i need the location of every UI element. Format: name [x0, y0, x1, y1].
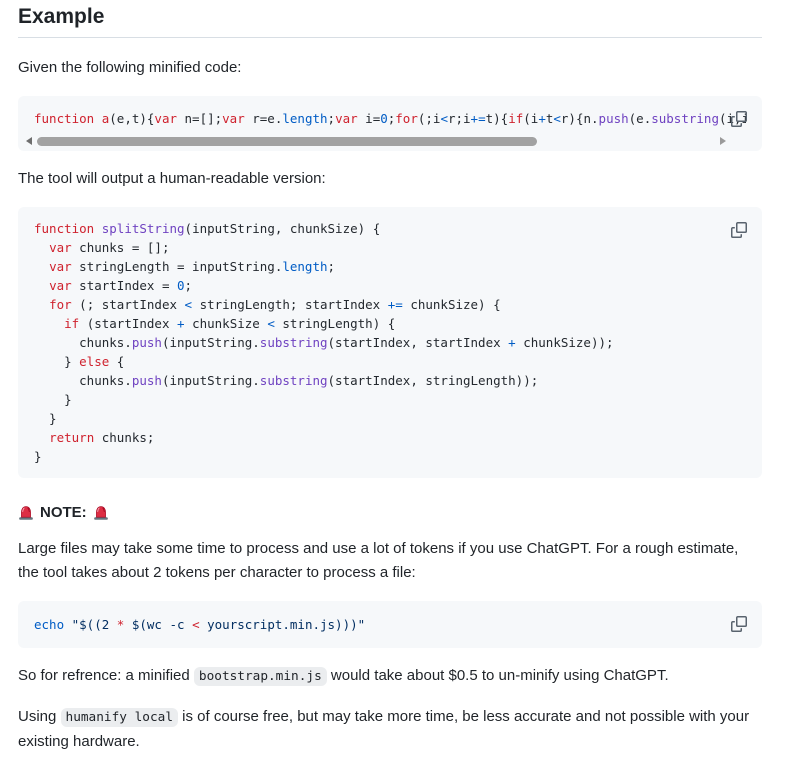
- rotating-light-emoji: [18, 505, 34, 521]
- scroll-right-arrow[interactable]: [720, 137, 726, 145]
- readme-article: Example Given the following minified cod…: [0, 0, 800, 780]
- scrollbar-thumb[interactable]: [37, 137, 537, 146]
- inline-code-bootstrap: bootstrap.min.js: [194, 667, 327, 686]
- minified-code-block: function a(e,t){var n=[];var r=e.length;…: [18, 96, 762, 151]
- reference-text-before: So for refrence: a minified: [18, 667, 194, 684]
- copy-icon: [731, 616, 747, 632]
- page-title: Example: [18, 5, 762, 38]
- note-label: NOTE:: [40, 504, 87, 521]
- token-estimate-code-block: echo "$((2 * $(wc -c < yourscript.min.js…: [18, 601, 762, 648]
- scroll-left-arrow[interactable]: [26, 137, 32, 145]
- reference-paragraph: So for refrence: a minified bootstrap.mi…: [18, 664, 762, 689]
- note-heading: NOTE:: [18, 504, 762, 521]
- copy-button[interactable]: [725, 105, 753, 133]
- copy-button[interactable]: [725, 610, 753, 638]
- copy-button[interactable]: [725, 216, 753, 244]
- copy-icon: [731, 111, 747, 127]
- local-paragraph: Using humanify local is of course free, …: [18, 705, 762, 754]
- rotating-light-emoji: [93, 505, 109, 521]
- token-estimate-code-text: echo "$((2 * $(wc -c < yourscript.min.js…: [34, 615, 746, 634]
- horizontal-scrollbar: [26, 135, 750, 147]
- local-text-before: Using: [18, 708, 61, 725]
- readable-code-text: function splitString(inputString, chunkS…: [34, 219, 746, 466]
- intro-paragraph: Given the following minified code:: [18, 56, 762, 80]
- reference-text-after: would take about $0.5 to un-minify using…: [327, 667, 669, 684]
- tokens-paragraph: Large files may take some time to proces…: [18, 537, 762, 585]
- minified-code-text: function a(e,t){var n=[];var r=e.length;…: [34, 109, 746, 128]
- copy-icon: [731, 222, 747, 238]
- readable-code-block: function splitString(inputString, chunkS…: [18, 207, 762, 478]
- inline-code-humanify-local: humanify local: [61, 708, 178, 727]
- output-paragraph: The tool will output a human-readable ve…: [18, 167, 762, 191]
